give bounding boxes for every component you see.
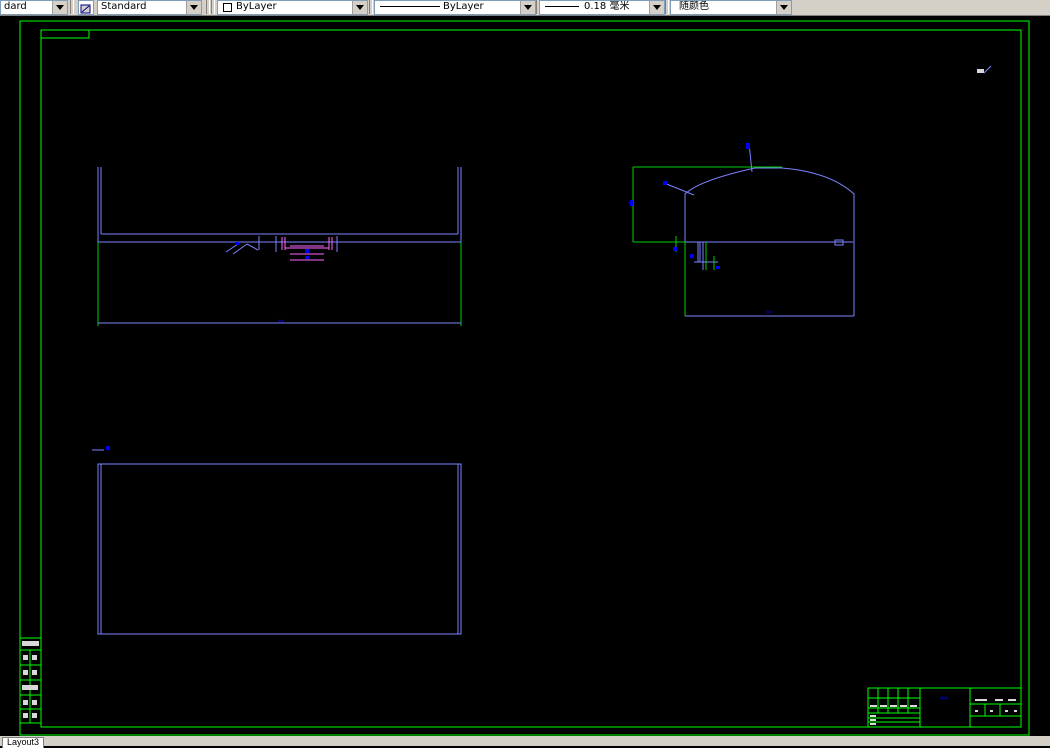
dim-style-value: Standard — [101, 1, 147, 12]
dimstyle-icon[interactable] — [78, 0, 94, 15]
paper-outline — [19, 20, 1030, 736]
toolbar-separator — [665, 0, 669, 14]
corner-label: ** — [977, 69, 981, 74]
tab-layout3[interactable]: Layout3 — [2, 737, 45, 748]
dim-style-combo[interactable]: Standard — [97, 0, 202, 15]
front-view-width-dim: ** — [278, 319, 284, 326]
frame-corner-tab — [41, 30, 90, 39]
front-view-dimensions — [97, 242, 462, 326]
title-block-drawing-name: ** — [940, 695, 948, 704]
chevron-down-icon[interactable] — [776, 1, 791, 14]
toolbar-separator — [206, 0, 210, 14]
toolbar-separator — [369, 0, 373, 14]
chevron-down-icon[interactable] — [352, 1, 367, 14]
text-style-value: dard — [4, 1, 27, 12]
side-elevation-view — [684, 167, 855, 317]
drawing-frame — [40, 29, 1022, 728]
chevron-down-icon[interactable] — [186, 1, 201, 14]
binding-strip — [19, 637, 42, 724]
drawing-canvas[interactable]: ** ** ** ** ** — [0, 15, 1050, 736]
title-block — [867, 687, 1022, 728]
plan-view-mark — [106, 446, 110, 450]
properties-toolbar: dard Standard ByLayer ByLayer 0.18 毫米 随颜… — [0, 0, 1050, 16]
toolbar-separator — [211, 0, 215, 14]
chevron-down-icon[interactable] — [520, 1, 535, 14]
color-swatch-icon — [223, 3, 232, 12]
side-view-width-dim: ** — [766, 310, 772, 317]
lineweight-combo[interactable]: 0.18 毫米 — [539, 0, 665, 15]
line-preview-icon — [380, 6, 440, 7]
linetype-value: ByLayer — [443, 1, 484, 12]
side-view-height-dim: ** — [628, 201, 634, 208]
plot-style-value: 随颜色 — [679, 1, 709, 12]
chevron-down-icon[interactable] — [649, 1, 664, 14]
side-view-leader — [663, 182, 695, 196]
layer-color-combo[interactable]: ByLayer — [217, 0, 368, 15]
layer-color-value: ByLayer — [236, 1, 277, 12]
side-view-marks — [630, 143, 750, 269]
front-elevation-view — [97, 167, 462, 243]
text-style-combo[interactable]: dard — [0, 0, 68, 15]
lineweight-value: 0.18 毫米 — [584, 1, 630, 12]
layout-tab-bar: Layout3 — [0, 736, 1050, 748]
line-preview-icon — [545, 6, 579, 7]
toolbar-separator — [70, 0, 74, 14]
plot-style-combo[interactable]: 随颜色 — [670, 0, 792, 15]
chevron-down-icon[interactable] — [52, 1, 67, 14]
plan-view — [92, 449, 462, 635]
linetype-combo[interactable]: ByLayer — [374, 0, 536, 15]
